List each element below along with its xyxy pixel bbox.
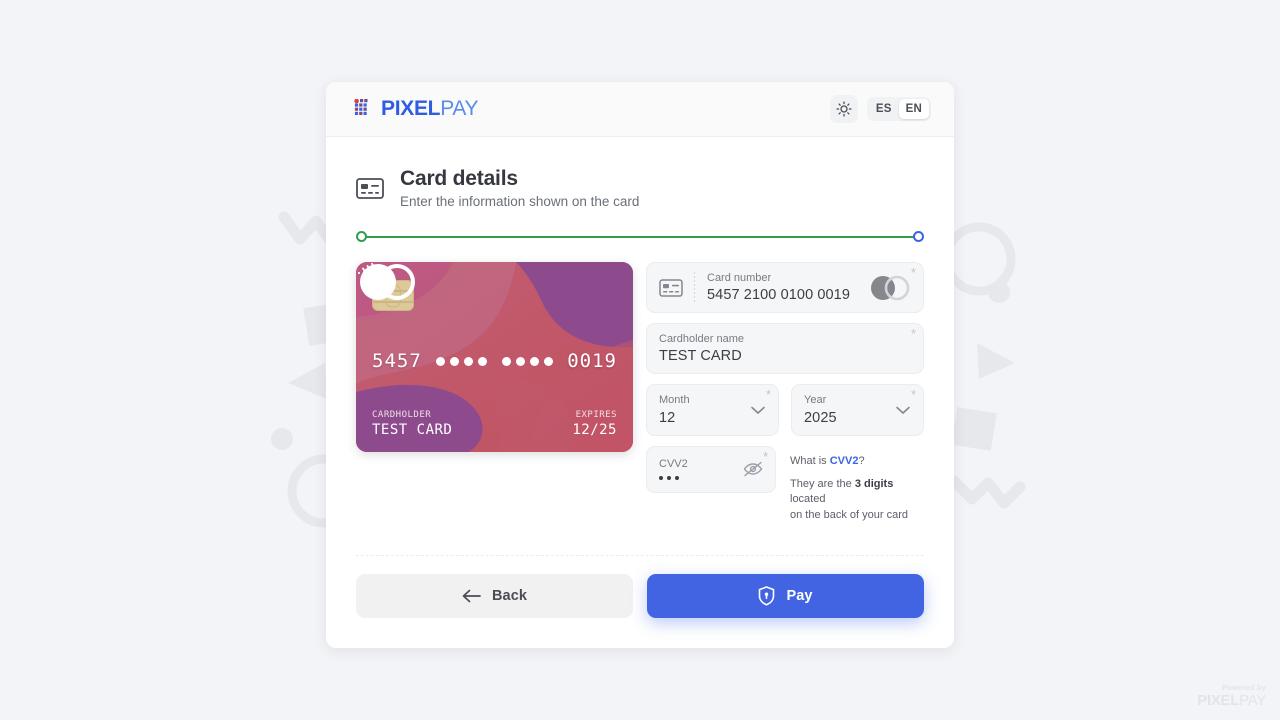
watermark-pay: PAY <box>1239 692 1266 709</box>
credit-card-icon <box>659 278 683 297</box>
cvv-help-l2-mid: located <box>790 493 826 506</box>
card-number-masked-2 <box>501 356 553 366</box>
page-subtitle: Enter the information shown on the card <box>400 194 640 209</box>
page-heading: Card details Enter the information shown… <box>356 167 924 209</box>
progress-line <box>361 236 919 238</box>
card-preview-number: 5457 0019 <box>372 350 617 372</box>
month-required-mark: * <box>765 387 771 403</box>
card-number-field[interactable]: * Card number 5457 2100 0100 0019 <box>646 262 924 314</box>
arrow-left-icon <box>462 589 481 603</box>
page-title: Card details <box>400 167 518 190</box>
card-preview-holder: CARDHOLDER TEST CARD <box>372 410 452 438</box>
chevron-down-icon <box>750 405 766 415</box>
theme-toggle-button[interactable] <box>829 95 858 123</box>
sun-icon <box>836 101 852 117</box>
card-number-required-mark: * <box>910 265 916 280</box>
cvv2-help-text: What is CVV2? They are the 3 digits loca… <box>790 446 924 525</box>
cvv2-field[interactable]: * CVV2 <box>646 445 776 493</box>
cvv2-required-mark: * <box>762 448 768 464</box>
card-details-icon <box>356 178 384 199</box>
pay-button-label: Pay <box>786 588 813 605</box>
cardholder-name-label: Cardholder name <box>659 333 744 346</box>
cardholder-name-field[interactable]: * Cardholder name TEST CARD <box>646 323 924 375</box>
cvv2-input[interactable] <box>659 476 735 481</box>
cvv-help-l3: on the back of your card <box>790 509 909 522</box>
card-number-part-4: 0019 <box>567 350 617 372</box>
zigzag-shape-right <box>948 475 1026 509</box>
square-shape-right <box>951 407 997 451</box>
cvv-help-l2-prefix: They are the <box>790 477 855 490</box>
logo-pixel-text: PIXEL <box>381 97 441 120</box>
card-form: * Card number 5457 2100 0100 0019 * Card… <box>646 262 924 524</box>
card-number-label: Card number <box>707 272 772 284</box>
month-label: Month <box>659 394 690 407</box>
expires-label: EXPIRES <box>575 410 617 420</box>
app-header: PIXELPAY ES EN <box>326 82 954 137</box>
card-number-part-1: 5457 <box>372 350 422 372</box>
watermark-logo: PIXELPAY <box>1197 693 1266 708</box>
field-divider <box>694 272 695 304</box>
progress-indicator <box>356 231 924 243</box>
pixel-grid-icon <box>354 99 368 115</box>
mastercard-logo <box>360 264 415 300</box>
year-required-mark: * <box>910 387 916 403</box>
language-option-es[interactable]: ES <box>869 99 899 119</box>
logo-wordmark: PIXELPAY <box>381 97 479 121</box>
checkout-panel: PIXELPAY ES EN Card details Enter the in… <box>326 82 954 648</box>
progress-step-end <box>913 231 924 242</box>
language-option-en[interactable]: EN <box>898 99 929 119</box>
year-value: 2025 <box>804 409 837 426</box>
card-number-masked-1 <box>436 356 488 366</box>
expiry-month-select[interactable]: * Month 12 <box>646 384 779 436</box>
dot-shape-right <box>988 281 1010 303</box>
card-preview: 5457 0019 CARDHOLDER TEST CARD EXPIRES 1… <box>356 262 633 452</box>
expires-value: 12/25 <box>572 422 617 438</box>
cvv-help-term: CVV2 <box>829 454 859 467</box>
back-button[interactable]: Back <box>356 574 633 619</box>
cvv2-help-answer: They are the 3 digits located on the back… <box>790 477 924 525</box>
pixelpay-logo: PIXELPAY <box>354 97 479 121</box>
powered-by-watermark: Powered by PIXELPAY <box>1197 682 1266 708</box>
triangle-shape-right <box>977 343 1015 379</box>
month-value: 12 <box>659 409 676 426</box>
expiry-year-select[interactable]: * Year 2025 <box>791 384 924 436</box>
cardholder-required-mark: * <box>910 326 916 342</box>
progress-step-start <box>356 231 367 242</box>
dot-shape-left <box>271 428 293 450</box>
card-number-input[interactable]: 5457 2100 0100 0019 <box>707 287 861 303</box>
cvv-help-suffix: ? <box>858 454 865 467</box>
eye-off-icon[interactable] <box>743 461 763 477</box>
mastercard-gray-icon <box>869 275 911 301</box>
cardholder-label: CARDHOLDER <box>372 410 432 420</box>
pay-button[interactable]: Pay <box>647 574 924 619</box>
chevron-down-icon <box>895 405 911 415</box>
cvv2-label: CVV2 <box>659 457 688 470</box>
language-switcher[interactable]: ES EN <box>866 97 931 121</box>
cvv2-help-question: What is CVV2? <box>790 454 924 470</box>
logo-pay-text: PAY <box>440 97 479 120</box>
cardholder-value: TEST CARD <box>372 422 453 438</box>
cardholder-name-input[interactable]: TEST CARD <box>659 348 911 364</box>
cvv-help-prefix: What is <box>790 454 830 467</box>
cvv-help-digits: 3 digits <box>854 477 894 490</box>
shield-lock-icon <box>759 586 775 606</box>
back-button-label: Back <box>491 588 528 605</box>
watermark-pixel: PIXEL <box>1197 692 1240 709</box>
card-preview-expiry: EXPIRES 12/25 <box>572 410 617 438</box>
footer-divider <box>356 555 924 557</box>
year-label: Year <box>804 394 827 407</box>
watermark-powered-by: Powered by <box>1221 682 1266 692</box>
